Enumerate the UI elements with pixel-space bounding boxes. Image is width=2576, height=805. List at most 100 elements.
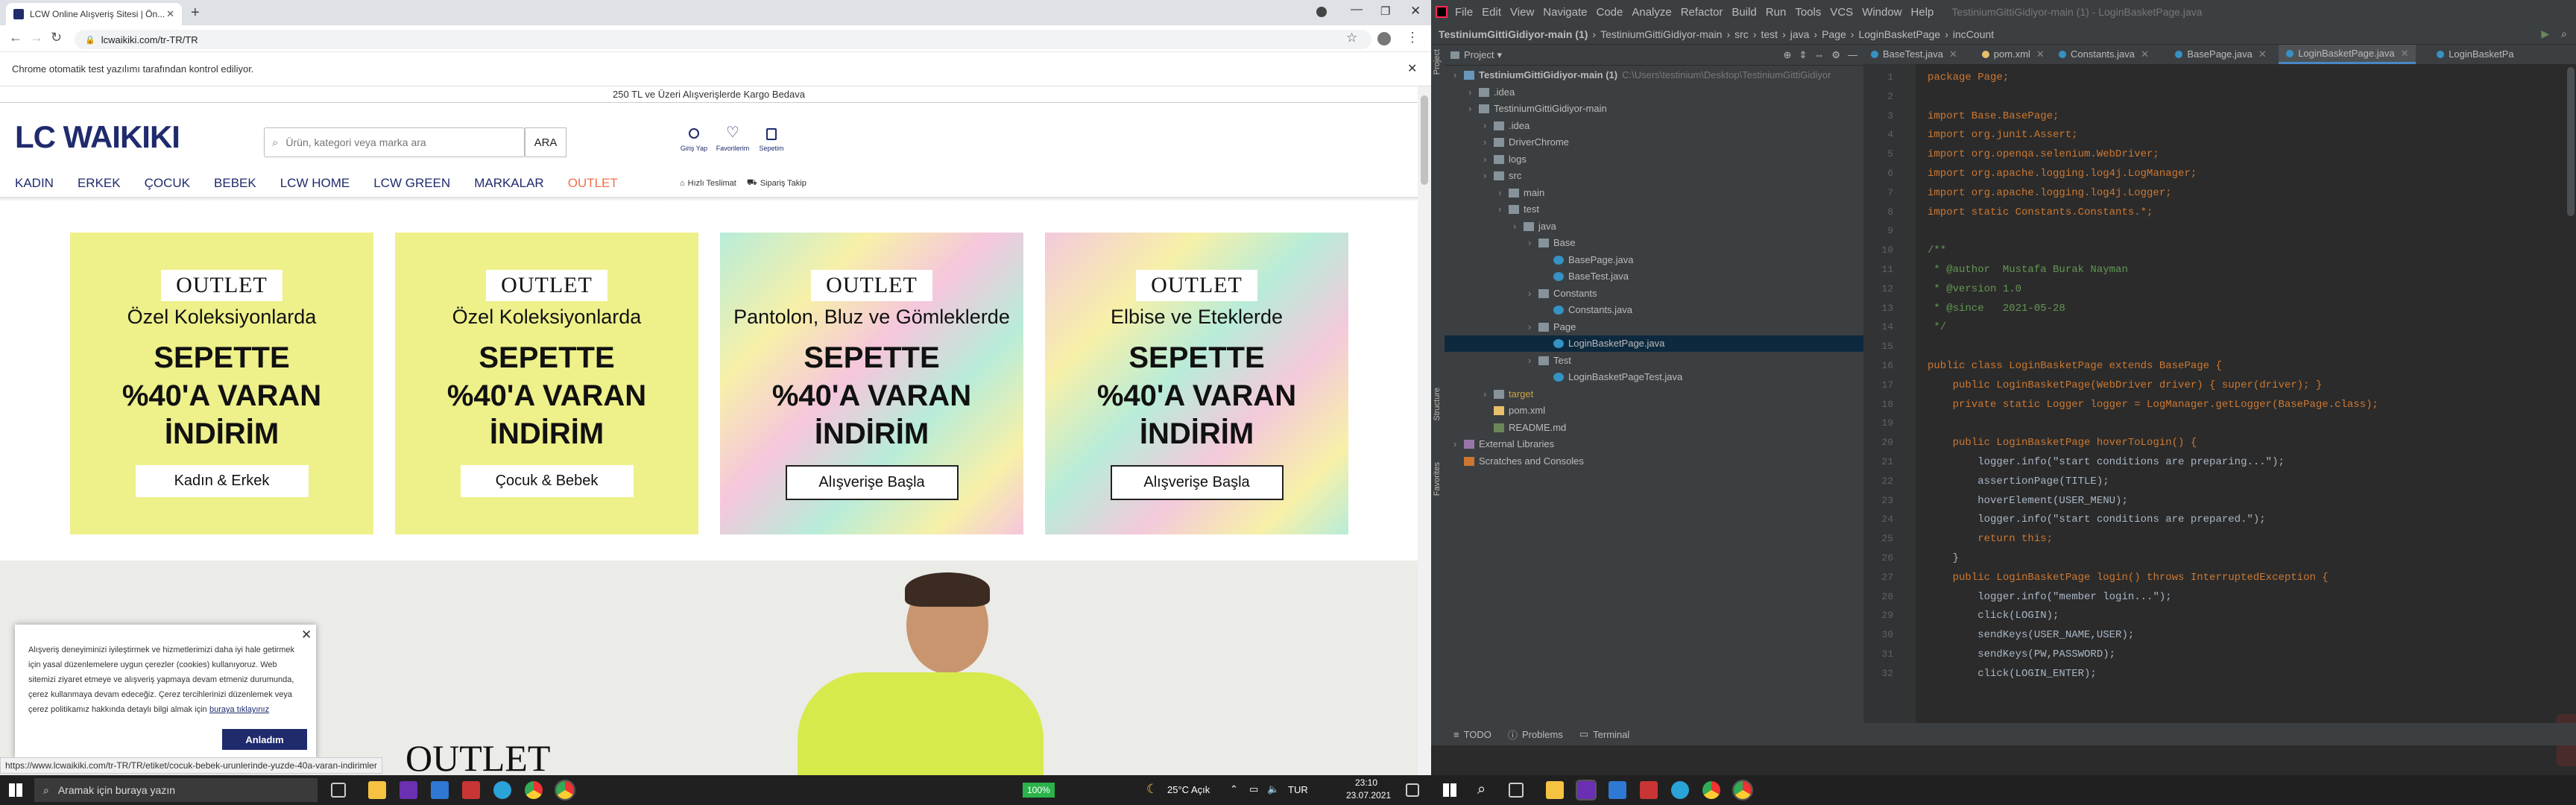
back-icon[interactable]: ← [9,30,22,45]
profile-avatar[interactable] [1377,32,1391,45]
breadcrumb-item[interactable]: incCount [1953,28,1994,40]
terminal-tab[interactable]: Terminal [1593,729,1629,740]
tree-node[interactable]: Constants.java [1445,302,1863,318]
weather-text[interactable]: 25°C Açık [1167,784,1210,795]
tree-node[interactable]: LoginBasketPage.java [1445,335,1863,352]
code-line[interactable]: assertionPage(TITLE); [1928,471,2109,492]
todo-tab[interactable]: TODO [1464,729,1491,740]
nav-kadin[interactable]: KADIN [15,176,54,191]
menu-run[interactable]: Run [1766,6,1787,19]
tree-node[interactable]: BasePage.java [1445,252,1863,268]
breadcrumb-item[interactable]: LoginBasketPage [1858,28,1940,40]
tree-node[interactable]: › target [1445,386,1863,402]
tree-node[interactable]: › .idea [1445,118,1863,134]
tree-node[interactable]: Scratches and Consoles [1445,453,1863,470]
clock-time[interactable]: 23:10 [1355,777,1377,788]
menu-refactor[interactable]: Refactor [1681,6,1723,19]
code-line[interactable]: * @author Mustafa Burak Nayman [1928,259,2127,280]
code-line[interactable]: private static Logger logger = LogManage… [1928,394,2378,415]
menu-build[interactable]: Build [1731,6,1756,19]
tree-node[interactable]: › test [1445,201,1863,218]
code-line[interactable]: public LoginBasketPage hoverToLogin() { [1928,432,2197,453]
tree-node[interactable]: › main [1445,185,1863,201]
edge-icon[interactable] [493,781,511,799]
fast-delivery-link[interactable]: Hızlı Teslimat [688,179,736,188]
code-line[interactable]: /** [1928,240,1946,261]
menu-edit[interactable]: Edit [1482,6,1501,19]
breadcrumb-item[interactable]: TestiniumGittiGidiyor-main (1) [1439,28,1588,40]
menu-window[interactable]: Window [1862,6,1901,19]
code-line[interactable]: sendKeys(USER_NAME,USER); [1928,625,2134,645]
tree-node[interactable]: › Constants [1445,285,1863,302]
tree-node[interactable]: LoginBasketPageTest.java [1445,369,1863,385]
close-icon[interactable]: ✕ [2141,45,2149,64]
code-line[interactable]: import static Constants.Constants.*; [1928,202,2153,223]
cookie-link[interactable]: buraya tıklayınız [209,705,269,714]
code-line[interactable]: sendKeys(PW,PASSWORD); [1928,644,2115,665]
close-icon[interactable]: ✕ [2401,44,2409,63]
tree-node[interactable]: › External Libraries [1445,436,1863,452]
clock-date[interactable]: 23.07.2021 [1346,790,1391,801]
file-explorer-icon[interactable] [1546,781,1564,799]
address-bar[interactable]: 🔒 lcwaikiki.com/tr-TR/TR [75,30,1371,49]
scroll-thumb[interactable] [1421,95,1428,185]
structure-tool-button[interactable]: Structure [1433,388,1442,421]
card-button[interactable]: Çocuk & Bebek [460,465,634,497]
code-line[interactable]: * @version 1.0 [1928,279,2021,300]
tray-arrow-icon[interactable]: ⌃ [1230,783,1238,795]
code-line[interactable]: click(LOGIN_ENTER); [1928,663,2097,684]
menu-tools[interactable]: Tools [1795,6,1821,19]
code-area[interactable]: package Page; import Base.BasePage; import… [1928,64,2576,723]
code-line[interactable]: import org.junit.Assert; [1928,124,2078,145]
menu-vcs[interactable]: VCS [1830,6,1853,19]
editor-tab[interactable]: pom.xml ✕ [1974,45,2052,64]
windows-start-icon[interactable] [9,783,22,797]
nav-markalar[interactable]: MARKALAR [474,176,544,191]
code-line[interactable]: } [1928,548,1959,569]
edge-icon[interactable] [1671,781,1689,799]
close-icon[interactable]: ✕ [1949,45,1957,64]
hide-icon[interactable]: — [1848,49,1857,60]
run-config-icon[interactable]: ▶ [2541,28,2549,40]
search-icon[interactable]: ⌕ [1477,781,1486,798]
project-tool-button[interactable]: Project [1433,49,1442,75]
volume-icon[interactable]: 🔈 [1267,783,1279,795]
nav-lcw-green[interactable]: LCW GREEN [373,176,450,191]
code-line[interactable]: package Page; [1928,67,2009,88]
tree-node[interactable]: › Page [1445,319,1863,335]
task-view-icon[interactable] [1509,783,1524,798]
site-logo[interactable]: LC WAIKIKI [15,119,180,155]
browser-tab[interactable]: LCW Online Alışveriş Sitesi | Ön... ✕ [6,3,182,25]
code-line[interactable]: * @since 2021-05-28 [1928,298,2065,319]
gear-icon[interactable]: ⚙ [1831,49,1840,61]
minimize-icon[interactable]: — [1351,3,1363,16]
menu-view[interactable]: View [1510,6,1534,19]
battery-indicator[interactable]: 100% [1023,783,1055,798]
nav-outlet[interactable]: OUTLET [568,176,618,191]
window-close-icon[interactable]: ✕ [1410,4,1421,19]
notification-icon[interactable] [1406,783,1419,797]
code-line[interactable]: */ [1928,317,1946,338]
chrome-icon-2[interactable] [1732,780,1753,801]
page-scrollbar[interactable] [1418,86,1431,775]
intellij-icon[interactable] [1576,780,1597,801]
editor-tab[interactable]: LoginBasketPa [2429,45,2521,64]
breadcrumb-item[interactable]: java [1790,28,1810,40]
tab-close-icon[interactable]: ✕ [166,8,174,20]
code-line[interactable]: hoverElement(USER_MENU); [1928,490,2128,511]
tree-node[interactable]: README.md [1445,420,1863,436]
bookmark-star-icon[interactable]: ☆ [1346,31,1357,45]
network-icon[interactable]: ▭ [1249,783,1258,795]
campaign-card[interactable]: OUTLET Elbise ve Eteklerde SEPETTE %40'A… [1045,233,1348,534]
nav-cocuk[interactable]: ÇOCUK [145,176,190,191]
breadcrumb-item[interactable]: Page [1822,28,1846,40]
expand-all-icon[interactable]: ⇕ [1799,49,1807,61]
mail-icon[interactable] [1609,781,1626,799]
task-view-icon[interactable] [331,783,346,798]
new-tab-icon[interactable]: + [191,4,200,22]
file-explorer-icon[interactable] [368,781,386,799]
tree-node[interactable]: › logs [1445,151,1863,168]
code-line[interactable]: import org.apache.logging.log4j.Logger; [1928,183,2172,203]
search-everywhere-icon[interactable]: ⌕ [2561,28,2567,40]
menu-help[interactable]: Help [1911,6,1934,19]
